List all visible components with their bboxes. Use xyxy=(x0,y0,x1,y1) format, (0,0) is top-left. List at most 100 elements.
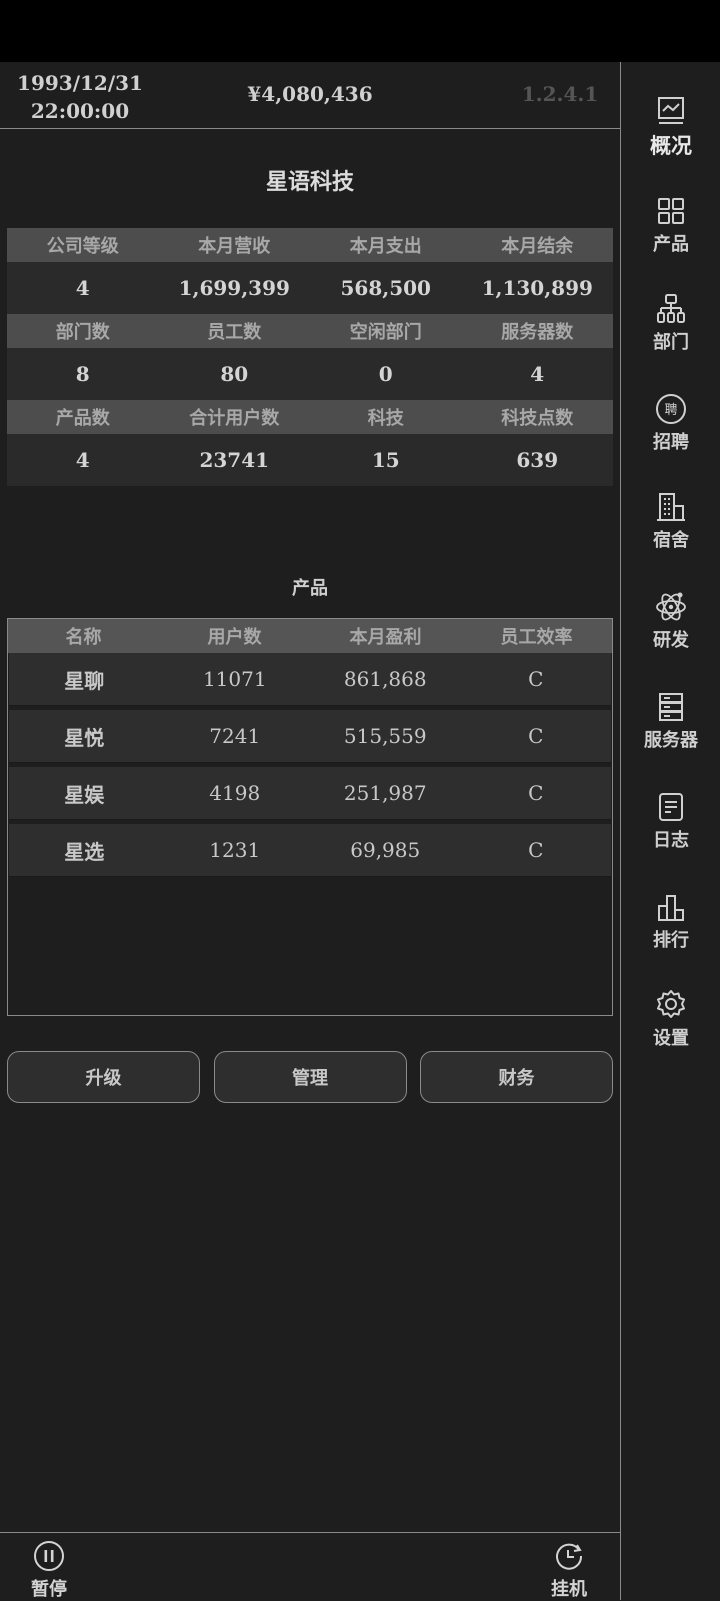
product-name: 星聊 xyxy=(64,668,105,693)
stat-value: 1,130,899 xyxy=(481,276,593,300)
products-table-header: 名称 用户数 本月盈利 员工效率 xyxy=(8,619,612,653)
sidebar-item-label: 日志 xyxy=(653,830,689,851)
version-label: 1.2.4.1 xyxy=(521,82,599,106)
sidebar-item-products[interactable]: 产品 xyxy=(621,194,720,256)
sidebar-item-label: 服务器 xyxy=(644,730,698,751)
stat-label: 空闲部门 xyxy=(349,322,422,343)
product-profit: 861,868 xyxy=(343,667,427,691)
building-icon xyxy=(657,493,685,521)
product-name: 星娱 xyxy=(64,782,105,807)
stat-label: 员工数 xyxy=(207,322,262,343)
product-row[interactable]: 星聊 11071 861,868 C xyxy=(9,653,611,706)
product-name: 星悦 xyxy=(64,725,105,750)
upgrade-button[interactable]: 升级 xyxy=(7,1051,200,1103)
chart-monitor-icon xyxy=(658,97,684,124)
sidebar-item-departments[interactable]: 部门 xyxy=(621,292,720,354)
sidebar-nav: 概况 产品 部门 聘 招聘 宿舍 研发 服务器 日志 排行 设置 xyxy=(620,62,720,1600)
stats-value-row: 4 23741 15 639 xyxy=(7,434,613,486)
stat-label: 本月支出 xyxy=(349,236,422,257)
sidebar-item-dormitory[interactable]: 宿舍 xyxy=(621,490,720,552)
company-stats-grid: 公司等级 本月营收 本月支出 本月结余 4 1,699,399 568,500 … xyxy=(7,228,613,486)
ranking-icon xyxy=(658,895,684,921)
game-datetime: 1993/12/31 22:00:00 xyxy=(0,69,160,125)
sidebar-item-label: 部门 xyxy=(653,332,689,353)
product-profit: 251,987 xyxy=(343,781,427,805)
game-date: 1993/12/31 xyxy=(17,71,143,95)
idle-button[interactable]: 挂机 xyxy=(539,1539,599,1601)
sidebar-item-log[interactable]: 日志 xyxy=(621,790,720,852)
stat-label: 科技点数 xyxy=(501,408,574,429)
products-table: 名称 用户数 本月盈利 员工效率 星聊 11071 861,868 C 星悦 7… xyxy=(7,618,613,1016)
stat-label: 本月营收 xyxy=(198,236,271,257)
sidebar-item-label: 宿舍 xyxy=(653,530,689,551)
column-header: 用户数 xyxy=(207,627,262,648)
pause-button[interactable]: 暂停 xyxy=(19,1539,79,1601)
sidebar-item-settings[interactable]: 设置 xyxy=(621,988,720,1050)
stat-label: 本月结余 xyxy=(501,236,574,257)
sidebar-item-label: 招聘 xyxy=(653,432,689,453)
stat-value: 23741 xyxy=(199,448,270,472)
sidebar-item-ranking[interactable]: 排行 xyxy=(621,890,720,952)
product-efficiency: C xyxy=(528,838,544,862)
gear-icon xyxy=(657,990,685,1018)
game-time: 22:00:00 xyxy=(30,99,130,123)
product-row[interactable]: 星选 1231 69,985 C xyxy=(9,824,611,877)
column-header: 本月盈利 xyxy=(349,627,422,648)
stat-label: 服务器数 xyxy=(501,322,574,343)
product-row[interactable]: 星娱 4198 251,987 C xyxy=(9,767,611,820)
sidebar-item-label: 排行 xyxy=(653,930,689,951)
product-profit: 69,985 xyxy=(350,838,421,862)
sidebar-item-label: 产品 xyxy=(653,234,689,255)
sidebar-item-label: 概况 xyxy=(650,133,692,158)
products-section-title: 产品 xyxy=(292,578,328,599)
stats-label-row: 部门数 员工数 空闲部门 服务器数 xyxy=(7,314,613,348)
finance-button[interactable]: 财务 xyxy=(420,1051,613,1103)
column-header: 名称 xyxy=(65,627,102,648)
stat-label: 科技 xyxy=(367,408,404,429)
atom-icon xyxy=(656,592,686,621)
sidebar-item-label: 研发 xyxy=(653,630,689,651)
stat-label: 合计用户数 xyxy=(189,408,280,429)
product-users: 4198 xyxy=(209,781,261,805)
action-buttons: 升级 管理 财务 xyxy=(7,1051,613,1103)
sidebar-item-hiring[interactable]: 聘 招聘 xyxy=(621,392,720,454)
stat-value: 568,500 xyxy=(340,276,431,300)
org-chart-icon xyxy=(657,294,685,323)
sidebar-item-overview[interactable]: 概况 xyxy=(621,94,720,160)
product-users: 7241 xyxy=(209,724,261,748)
product-efficiency: C xyxy=(528,781,544,805)
stat-value: 0 xyxy=(378,362,393,386)
product-efficiency: C xyxy=(528,724,544,748)
sidebar-item-research[interactable]: 研发 xyxy=(621,590,720,652)
hire-icon: 聘 xyxy=(656,394,686,424)
idle-label: 挂机 xyxy=(551,1579,587,1600)
stat-label: 部门数 xyxy=(55,322,110,343)
stat-value: 4 xyxy=(75,448,90,472)
top-header: 1993/12/31 22:00:00 ¥4,080,436 1.2.4.1 xyxy=(0,62,620,129)
main-panel: 1993/12/31 22:00:00 ¥4,080,436 1.2.4.1 星… xyxy=(0,62,620,1600)
stat-value: 639 xyxy=(516,448,559,472)
bottom-bar: 暂停 挂机 xyxy=(0,1532,620,1601)
system-status-bar xyxy=(0,0,720,62)
stat-value: 15 xyxy=(371,448,400,472)
stat-value: 80 xyxy=(220,362,249,386)
stat-value: 8 xyxy=(75,362,90,386)
stats-value-row: 4 1,699,399 568,500 1,130,899 xyxy=(7,262,613,314)
product-row[interactable]: 星悦 7241 515,559 C xyxy=(9,710,611,763)
column-header: 员工效率 xyxy=(500,627,573,648)
svg-text:聘: 聘 xyxy=(664,403,677,418)
stat-label: 公司等级 xyxy=(46,236,119,257)
pause-icon xyxy=(34,1541,64,1571)
company-name: 星语科技 xyxy=(265,169,354,195)
stat-value: 4 xyxy=(75,276,90,300)
product-efficiency: C xyxy=(528,667,544,691)
sidebar-item-label: 设置 xyxy=(653,1028,689,1049)
stat-value: 4 xyxy=(530,362,545,386)
manage-button[interactable]: 管理 xyxy=(213,1051,407,1103)
sidebar-item-servers[interactable]: 服务器 xyxy=(621,690,720,752)
product-profit: 515,559 xyxy=(343,724,427,748)
stats-value-row: 8 80 0 4 xyxy=(7,348,613,400)
money-display: ¥4,080,436 xyxy=(247,82,373,106)
stat-value: 1,699,399 xyxy=(178,276,290,300)
stats-label-row: 产品数 合计用户数 科技 科技点数 xyxy=(7,400,613,434)
